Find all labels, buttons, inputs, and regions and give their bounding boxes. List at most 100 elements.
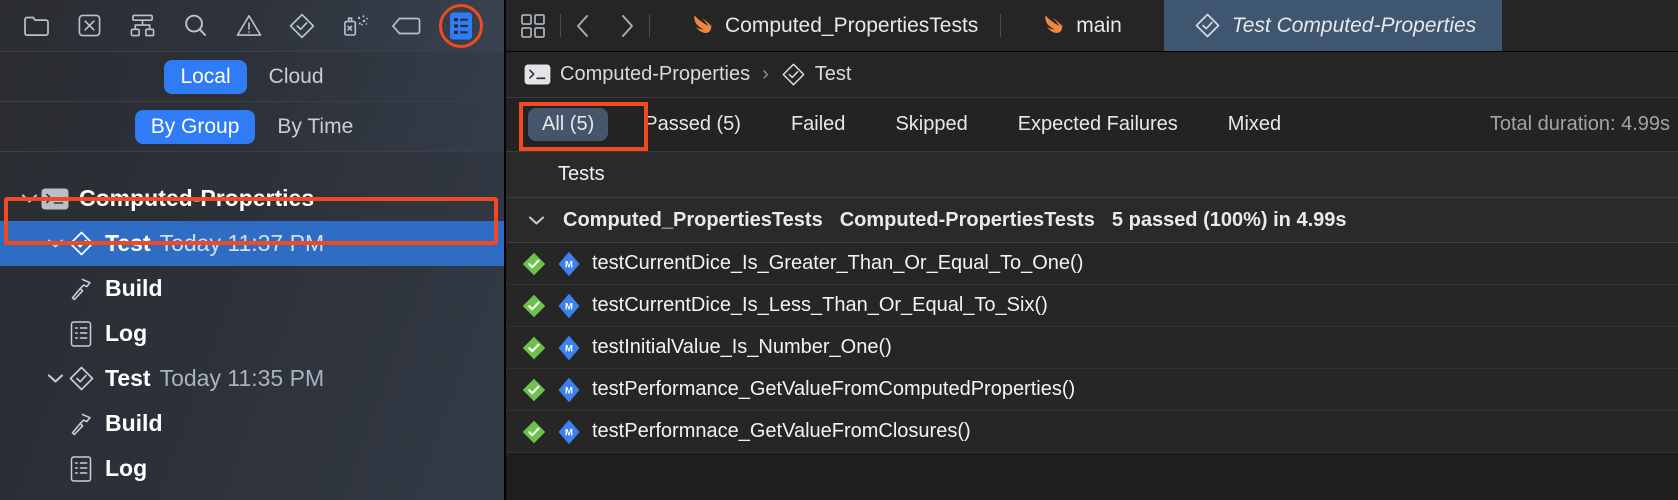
tree-item-test-1137pm[interactable]: Test Today 11:37 PM — [0, 221, 504, 266]
report-tree: Computed-Properties Test Today 11:37 PM — [0, 152, 504, 491]
diamond-check-icon[interactable] — [275, 6, 328, 46]
tag-icon[interactable] — [381, 6, 434, 46]
tree-item-log-1[interactable]: Log — [0, 311, 504, 356]
chevron-down-icon[interactable] — [44, 233, 66, 255]
table-row[interactable]: M testInitialValue_Is_Number_One() 0.01s — [506, 327, 1678, 369]
table-row[interactable]: M testPerformnace_GetValueFromClosures()… — [506, 411, 1678, 453]
diamond-check-icon — [66, 230, 96, 258]
hammer-icon — [66, 410, 96, 438]
xcode-report-navigator-window: Local Cloud By Group By Time Computed-Pr… — [0, 0, 1678, 500]
grouping-segmented-control: By Group By Time — [0, 102, 504, 152]
svg-text:M: M — [565, 259, 573, 270]
diamond-check-icon — [66, 365, 96, 393]
warning-triangle-icon[interactable] — [222, 6, 275, 46]
svg-text:M: M — [565, 385, 573, 396]
chevron-left-icon[interactable] — [561, 0, 605, 51]
editor-tab-bar: Computed_PropertiesTests main Test Compu… — [506, 0, 1678, 52]
filter-tab-passed[interactable]: Passed (5) — [630, 108, 755, 141]
svg-text:M: M — [565, 301, 573, 312]
chevron-down-icon[interactable] — [44, 368, 66, 390]
row-status-icons: M — [506, 251, 592, 277]
table-row[interactable]: M testCurrentDice_Is_Greater_Than_Or_Equ… — [506, 243, 1678, 285]
filter-tab-skipped[interactable]: Skipped — [881, 108, 981, 141]
status-passed-icon — [522, 252, 546, 275]
test-method-badge-icon: M — [558, 251, 580, 276]
navigator-toolbar — [0, 0, 504, 52]
tree-item-label: Build — [105, 410, 163, 436]
folder-icon[interactable] — [10, 6, 63, 46]
test-name: testPerformance_GetValueFromComputedProp… — [592, 378, 1076, 400]
diamond-check-icon — [1194, 12, 1221, 39]
test-method-badge-icon: M — [558, 293, 580, 318]
tree-item-timestamp: Today 11:37 PM — [159, 230, 325, 256]
row-status-icons: M — [506, 293, 592, 319]
tree-item-computed-properties[interactable]: Computed-Properties — [0, 176, 504, 221]
swift-bird-icon — [690, 12, 714, 40]
report-list-icon[interactable] — [434, 3, 487, 48]
group-summary: 5 passed (100%) in 4.99s — [1111, 208, 1347, 231]
filter-tab-expected-failures[interactable]: Expected Failures — [1004, 108, 1192, 141]
status-passed-icon — [522, 294, 546, 317]
grouping-segment-by-group[interactable]: By Group — [134, 109, 256, 144]
svg-text:M: M — [565, 427, 573, 438]
swift-bird-icon — [1041, 12, 1065, 40]
status-passed-icon — [522, 420, 546, 443]
chevron-down-icon[interactable] — [18, 188, 40, 210]
tree-item-log-2[interactable]: Log — [0, 446, 504, 491]
tab-test-computed-properties[interactable]: Test Computed-Properties — [1163, 0, 1503, 51]
spray-debug-icon[interactable] — [328, 6, 381, 46]
grouping-segment-by-time[interactable]: By Time — [261, 110, 369, 144]
grid-icon[interactable] — [506, 0, 560, 51]
breadcrumb-separator: › — [762, 63, 769, 85]
tree-item-label: Computed-Properties — [79, 185, 315, 211]
tree-item-label: Test — [105, 230, 151, 256]
tree-item-label: Log — [105, 320, 148, 346]
results-table-header: Tests Duration Time — [506, 152, 1678, 198]
scope-segment-local[interactable]: Local — [164, 59, 247, 94]
hierarchy-icon[interactable] — [116, 6, 169, 46]
status-passed-icon — [522, 378, 546, 401]
group-suite-name: Computed-PropertiesTests — [839, 208, 1095, 231]
test-method-badge-icon: M — [558, 377, 580, 402]
tree-item-test-1135pm[interactable]: Test Today 11:35 PM — [0, 356, 504, 401]
tab-main[interactable]: main — [1001, 0, 1164, 51]
chevron-right-icon[interactable] — [605, 0, 649, 51]
breadcrumb-item-project[interactable]: Computed-Properties — [560, 63, 750, 86]
tree-item-label: Build — [105, 275, 163, 301]
tree-item-timestamp: Today 11:35 PM — [159, 365, 325, 391]
chevron-down-icon[interactable] — [528, 215, 546, 226]
table-row[interactable]: M testCurrentDice_Is_Less_Than_Or_Equal_… — [506, 285, 1678, 327]
filter-tab-mixed[interactable]: Mixed — [1214, 108, 1295, 141]
column-header-tests[interactable]: Tests — [506, 163, 605, 186]
diamond-check-icon — [781, 62, 806, 87]
tab-label: main — [1076, 13, 1122, 37]
source-control-icon[interactable] — [63, 6, 116, 46]
breadcrumb-item-test[interactable]: Test — [815, 63, 852, 86]
row-status-icons: M — [506, 377, 592, 403]
total-duration-label: Total duration: 4.99s — [1489, 113, 1670, 135]
svg-text:M: M — [565, 343, 573, 354]
test-name: testInitialValue_Is_Number_One() — [592, 336, 892, 358]
row-status-icons: M — [506, 419, 592, 445]
row-status-icons: M — [506, 335, 592, 361]
tree-item-build-1[interactable]: Build — [0, 266, 504, 311]
test-group-row[interactable]: Computed_PropertiesTests Computed-Proper… — [506, 198, 1678, 243]
test-name: testPerformnace_GetValueFromClosures() — [592, 420, 971, 442]
report-main-panel: Computed_PropertiesTests main Test Compu… — [506, 0, 1678, 500]
filter-tab-all[interactable]: All (5) — [528, 108, 609, 141]
search-icon[interactable] — [169, 6, 222, 46]
tab-computed-properties-tests[interactable]: Computed_PropertiesTests — [650, 0, 1000, 51]
test-method-badge-icon: M — [558, 419, 580, 444]
tree-item-build-2[interactable]: Build — [0, 401, 504, 446]
terminal-icon — [40, 185, 70, 213]
table-row[interactable]: M testPerformance_GetValueFromComputedPr… — [506, 369, 1678, 411]
navigator-sidebar: Local Cloud By Group By Time Computed-Pr… — [0, 0, 506, 500]
filter-tab-failed[interactable]: Failed — [777, 108, 859, 141]
log-doc-icon — [66, 320, 96, 348]
hammer-icon — [66, 275, 96, 303]
test-name: testCurrentDice_Is_Less_Than_Or_Equal_To… — [592, 294, 1048, 316]
tree-item-label: Log — [105, 455, 148, 481]
tab-label: Computed_PropertiesTests — [725, 13, 979, 37]
breadcrumb: Computed-Properties › Test — [506, 52, 1678, 98]
scope-segment-cloud[interactable]: Cloud — [253, 60, 340, 94]
